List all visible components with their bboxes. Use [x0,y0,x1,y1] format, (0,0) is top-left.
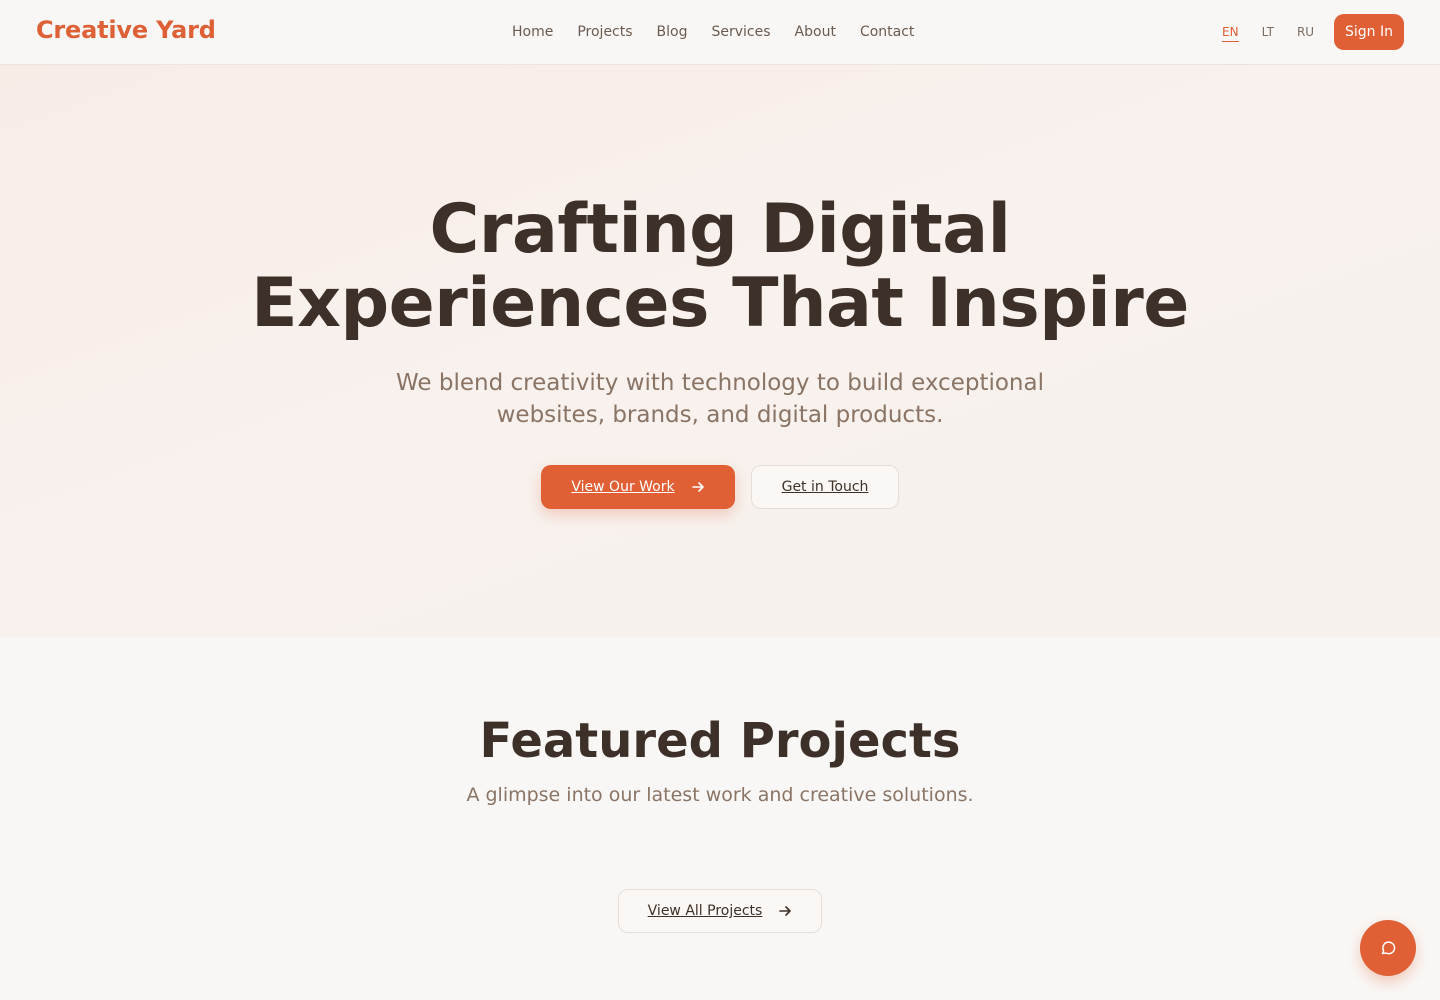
nav-item-home[interactable]: Home [512,22,553,42]
view-all-projects-label: View All Projects [647,903,763,919]
view-our-work-label: View Our Work [571,479,675,495]
lang-en[interactable]: EN [1222,24,1239,42]
brand-logo[interactable]: Creative Yard [36,16,216,44]
arrow-right-icon [779,906,792,916]
chat-bubble-icon [1381,941,1396,955]
site-header: Creative Yard Home Projects Blog Service… [0,0,1440,65]
nav-item-projects[interactable]: Projects [577,22,632,42]
hero-title-line-2: Experiences That Inspire [251,264,1189,343]
hero-title-line-1: Crafting Digital [429,190,1011,269]
featured-projects-subtitle: A glimpse into our latest work and creat… [466,784,974,806]
hero-subtitle-line-1: We blend creativity with technology to b… [396,370,1044,396]
nav-item-services[interactable]: Services [712,22,771,42]
get-in-touch-label: Get in Touch [781,479,869,495]
main-nav: Home Projects Blog Services About Contac… [512,22,938,42]
lang-ru[interactable]: RU [1297,24,1314,42]
sign-in-button[interactable]: Sign In [1334,14,1404,50]
view-all-projects-button[interactable]: View All Projects [618,889,822,933]
language-switcher: EN LT RU [1222,24,1337,42]
get-in-touch-button[interactable]: Get in Touch [751,465,899,509]
arrow-right-icon [691,482,704,492]
nav-item-blog[interactable]: Blog [657,22,688,42]
hero-subtitle-line-2: websites, brands, and digital products. [496,402,944,428]
lang-lt[interactable]: LT [1262,24,1274,42]
hero-title: Crafting Digital Experiences That Inspir… [0,193,1440,341]
hero-section: Crafting Digital Experiences That Inspir… [0,65,1440,637]
featured-projects-title: Featured Projects [479,713,961,769]
nav-item-about[interactable]: About [795,22,836,42]
hero-subtitle: We blend creativity with technology to b… [0,367,1440,431]
nav-item-contact[interactable]: Contact [860,22,914,42]
view-our-work-button[interactable]: View Our Work [541,465,735,509]
chat-button[interactable] [1360,920,1416,976]
